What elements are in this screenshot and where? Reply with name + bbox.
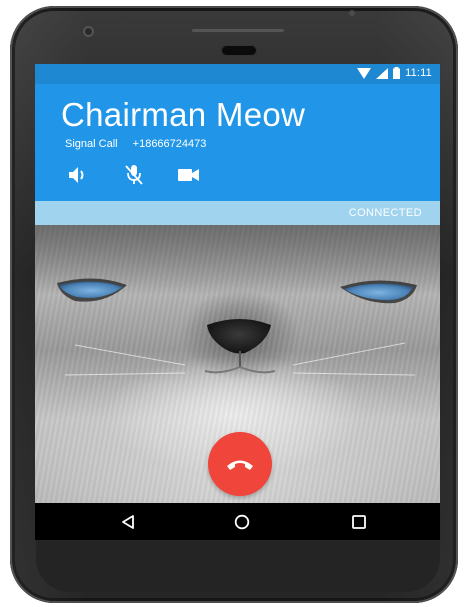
call-header: Chairman Meow Signal Call +18666724473 [35, 84, 440, 201]
status-icons: 11:11 [357, 67, 432, 79]
end-call-button[interactable] [208, 432, 272, 496]
call-type-label: Signal Call [65, 138, 118, 150]
speaker-grille [221, 45, 257, 56]
contact-photo [35, 225, 440, 503]
status-bar: 11:11 [35, 64, 440, 84]
status-time: 11:11 [405, 67, 432, 79]
home-button[interactable] [232, 512, 252, 532]
mute-button[interactable] [120, 164, 148, 186]
video-button[interactable] [175, 164, 203, 186]
back-icon [122, 515, 134, 529]
recents-icon [352, 515, 366, 529]
signal-icon [376, 67, 389, 79]
speaker-icon [69, 167, 84, 183]
recents-button[interactable] [349, 512, 369, 532]
call-subtitle: Signal Call +18666724473 [65, 138, 206, 150]
wifi-icon [357, 67, 372, 79]
phone-sensor [349, 10, 355, 16]
battery-icon [393, 67, 401, 79]
video-icon [178, 169, 199, 181]
navigation-bar [35, 503, 440, 540]
phone-screen: 11:11 Chairman Meow Signal Call +1866672… [35, 64, 440, 540]
call-actions [65, 164, 203, 186]
mute-mic-icon [125, 165, 143, 185]
hangup-icon [227, 460, 253, 470]
home-icon [234, 514, 250, 530]
front-camera-icon [83, 26, 94, 37]
phone-number: +18666724473 [132, 138, 207, 150]
phone-chin [36, 540, 440, 592]
contact-name: Chairman Meow [61, 96, 306, 133]
speaker-button[interactable] [65, 164, 93, 186]
earpiece-speaker [192, 29, 284, 32]
connection-status: CONNECTED [348, 207, 422, 219]
back-button[interactable] [118, 512, 138, 532]
connection-status-bar: CONNECTED [35, 201, 440, 225]
